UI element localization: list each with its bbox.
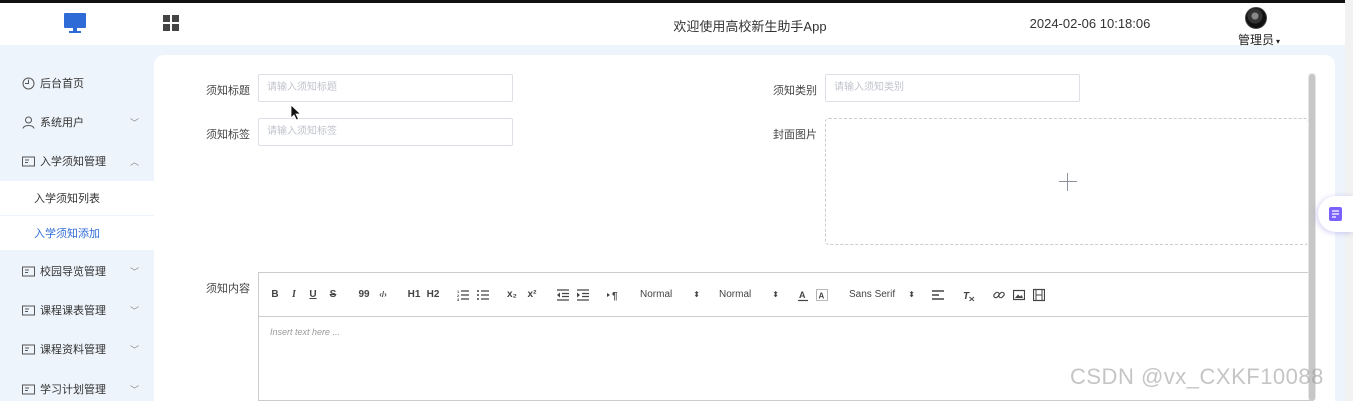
watermark-text: CSDN @vx_CXKF10088 [1070,364,1324,389]
category-label: 须知类别 [773,85,817,97]
header-picker-value: Normal [719,289,752,300]
sidebar-item-label: 入学须知管理 [40,156,106,168]
chevron-down-icon: ﹀ [130,344,140,355]
text-direction-icon[interactable]: ¶ [607,288,619,302]
sidebar-item-label: 校园导览管理 [40,266,106,278]
svg-text:T: T [963,291,970,302]
svg-text:A: A [819,292,825,301]
card-icon [22,156,35,166]
underline-button[interactable]: U [308,288,318,302]
editor-toolbar: B I U S 99 ‹/› H1 H2 123 x₂ x² ¶ Normal ⬍… [259,273,1309,317]
svg-text:A: A [799,290,806,300]
sidebar-item-label: 课程资料管理 [40,344,106,356]
svg-text:¶: ¶ [612,291,618,302]
content-label: 须知内容 [206,283,250,295]
subscript-button[interactable]: x₂ [506,288,518,302]
sidebar-subitem-label: 入学须知列表 [34,193,100,205]
sidebar-item-course-schedule[interactable]: 课程课表管理 ﹀ [0,295,154,325]
scrollbar-thumb[interactable] [1309,74,1315,401]
chevron-up-icon: ︿ [130,156,140,167]
sidebar-item-label: 系统用户 [40,117,84,129]
background-color-icon[interactable]: A [816,288,828,302]
welcome-text: 欢迎使用高校新生助手App [673,19,827,34]
code-button[interactable]: ‹/› [376,288,390,302]
card-icon [22,266,35,276]
top-bar: 欢迎使用高校新生助手App 2024-02-06 10:18:06 管理员 ▾ [0,0,1353,401]
sidebar-item-label: 学习计划管理 [40,384,106,396]
floating-assistant-button[interactable] [1318,196,1353,232]
cover-upload[interactable] [825,118,1309,245]
font-color-icon[interactable]: A [797,288,809,302]
strike-button[interactable]: S [328,288,338,302]
updown-arrow-icon: ⬍ [772,290,779,299]
note-icon [1329,207,1342,221]
sidebar-subitem-notice-list[interactable]: 入学须知列表 [0,181,154,215]
tag-label: 须知标签 [206,129,250,141]
italic-button[interactable]: I [289,288,299,302]
updown-arrow-icon: ⬍ [908,290,915,299]
sidebar-item-course-materials[interactable]: 课程资料管理 ﹀ [0,334,154,364]
sidebar-item-dashboard[interactable]: 后台首页 [0,68,154,98]
mouse-pointer-icon [290,104,302,121]
chevron-down-icon: ﹀ [130,384,140,395]
user-menu[interactable]: 管理员 ▾ [1238,31,1280,48]
chevron-down-icon: ﹀ [130,117,140,128]
monitor-icon [64,13,86,33]
sidebar-item-users[interactable]: 系统用户 ﹀ [0,107,154,137]
indent-icon[interactable] [577,288,589,302]
avatar[interactable] [1245,7,1267,29]
font-picker-value: Sans Serif [849,289,896,300]
user-name-label: 管理员 [1238,33,1275,47]
datetime-text: 2024-02-06 10:18:06 [1029,16,1151,31]
sidebar-item-study-plan[interactable]: 学习计划管理 ﹀ [0,374,154,401]
plus-icon [1059,173,1077,191]
link-icon[interactable] [993,288,1005,302]
size-picker-value: Normal [640,289,673,300]
updown-arrow-icon: ⬍ [693,290,700,299]
sidebar-subitem-notice-add[interactable]: 入学须知添加 [0,216,154,250]
card-icon [22,305,35,315]
image-icon[interactable] [1013,288,1025,302]
sidebar-item-campus-guide[interactable]: 校园导览管理 ﹀ [0,256,154,286]
sidebar-item-label: 后台首页 [40,78,84,90]
h2-button[interactable]: H2 [425,288,441,302]
title-input[interactable]: 请输入须知标题 [258,74,513,102]
sidebar-item-enrollment-notice[interactable]: 入学须知管理 ︿ [0,146,154,176]
bullet-list-icon[interactable] [477,288,489,302]
title-label: 须知标题 [206,85,250,97]
category-input[interactable]: 请输入须知类别 [825,74,1080,102]
user-icon [22,116,35,129]
outdent-icon[interactable] [557,288,569,302]
header-picker[interactable]: Normal ⬍ [719,288,779,302]
clock-icon [22,77,35,89]
video-icon[interactable] [1033,288,1045,302]
blockquote-button[interactable]: 99 [357,288,371,302]
editor-content[interactable]: Insert text here ... [270,327,340,337]
sidebar-subitem-label: 入学须知添加 [34,228,100,240]
grid-icon[interactable] [163,15,179,31]
sidebar: 后台首页 系统用户 ﹀ 入学须知管理 ︿ 入学须知列表 入学须知添加 校园导览管… [0,45,154,401]
h1-button[interactable]: H1 [406,288,422,302]
bold-button[interactable]: B [270,288,280,302]
size-picker[interactable]: Normal ⬍ [640,288,700,302]
caret-down-icon: ▾ [1276,37,1281,46]
cover-label: 封面图片 [773,129,817,141]
chevron-down-icon: ﹀ [130,266,140,277]
svg-text:3: 3 [457,297,460,302]
card-icon [22,344,35,354]
tag-input[interactable]: 请输入须知标签 [258,118,513,146]
superscript-button[interactable]: x² [526,288,538,302]
ordered-list-icon[interactable]: 123 [457,288,469,302]
chevron-down-icon: ﹀ [130,305,140,316]
clear-format-icon[interactable]: T [963,288,975,302]
sidebar-item-label: 课程课表管理 [40,305,106,317]
card-icon [22,384,35,394]
align-left-icon[interactable] [932,288,944,302]
font-picker[interactable]: Sans Serif ⬍ [849,288,915,302]
